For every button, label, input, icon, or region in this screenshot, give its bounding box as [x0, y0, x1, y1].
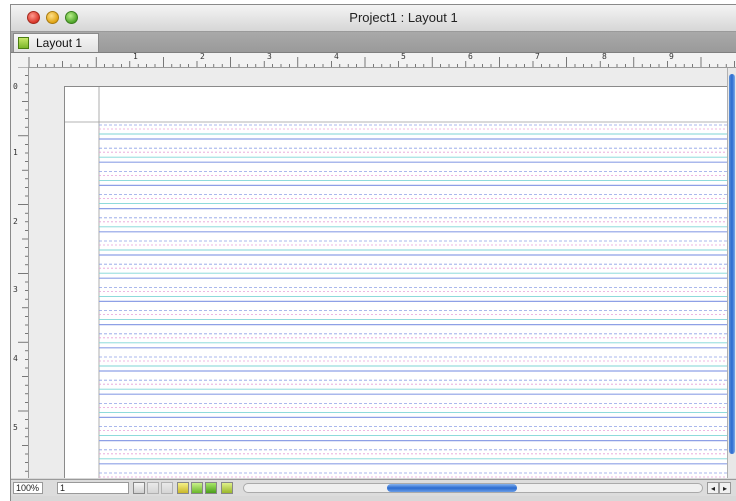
guide-lines: [65, 87, 730, 478]
arrow-right-icon[interactable]: [161, 482, 173, 494]
vertical-scrollbar[interactable]: [727, 68, 736, 478]
layout-mode-icon[interactable]: [205, 482, 217, 494]
layout-page[interactable]: [64, 86, 730, 478]
tab-layout-1[interactable]: Layout 1: [13, 33, 99, 52]
vruler-label-1: 1: [13, 148, 18, 157]
vruler-label-5: 5: [13, 423, 18, 432]
ruler-label-4: 4: [334, 52, 339, 61]
vruler-label-3: 3: [13, 285, 18, 294]
horizontal-scrollbar[interactable]: [243, 483, 703, 493]
ruler-label-8: 8: [602, 52, 607, 61]
layout-mode-icon[interactable]: [177, 482, 189, 494]
horizontal-ruler[interactable]: 1 2 3 4 5 6 7 8 9: [11, 52, 736, 68]
title-bar[interactable]: Project1 : Layout 1: [11, 5, 736, 32]
layout-mode-icon[interactable]: [191, 482, 203, 494]
tab-bar: Layout 1: [11, 32, 736, 53]
zoom-field[interactable]: 100%: [13, 482, 43, 494]
ruler-label-7: 7: [535, 52, 540, 61]
ruler-label-1: 1: [133, 52, 138, 61]
horizontal-scroll-thumb[interactable]: [387, 484, 517, 492]
ruler-label-2: 2: [200, 52, 205, 61]
vertical-ruler[interactable]: 0 1 2 3 4 5: [11, 66, 29, 478]
arrow-up-icon[interactable]: [133, 482, 145, 494]
arrow-left-icon[interactable]: [147, 482, 159, 494]
vruler-label-0: 0: [13, 82, 18, 91]
tab-label: Layout 1: [36, 36, 83, 50]
vruler-label-2: 2: [13, 217, 18, 226]
ruler-label-9: 9: [669, 52, 674, 61]
status-bar: 100% 1 ◂ ▸: [11, 479, 736, 496]
vertical-scroll-thumb[interactable]: [729, 74, 735, 454]
page-number-field[interactable]: 1: [57, 482, 129, 494]
layout-canvas[interactable]: [29, 68, 730, 478]
project-window: Project1 : Layout 1 Layout 1 1 2 3 4 5 6…: [10, 4, 736, 501]
ruler-label-6: 6: [468, 52, 473, 61]
vertical-ruler-ticks: [18, 66, 28, 472]
ruler-label-5: 5: [401, 52, 406, 61]
horizontal-ruler-ticks: [28, 57, 735, 67]
window-title: Project1 : Layout 1: [349, 10, 458, 25]
ruler-label-3: 3: [267, 52, 272, 61]
layout-tab-icon: [18, 37, 29, 49]
vruler-label-4: 4: [13, 354, 18, 363]
arrow-left-icon[interactable]: ◂: [707, 482, 719, 494]
arrow-right-icon[interactable]: ▸: [719, 482, 731, 494]
layout-mode-icon[interactable]: [221, 482, 233, 494]
